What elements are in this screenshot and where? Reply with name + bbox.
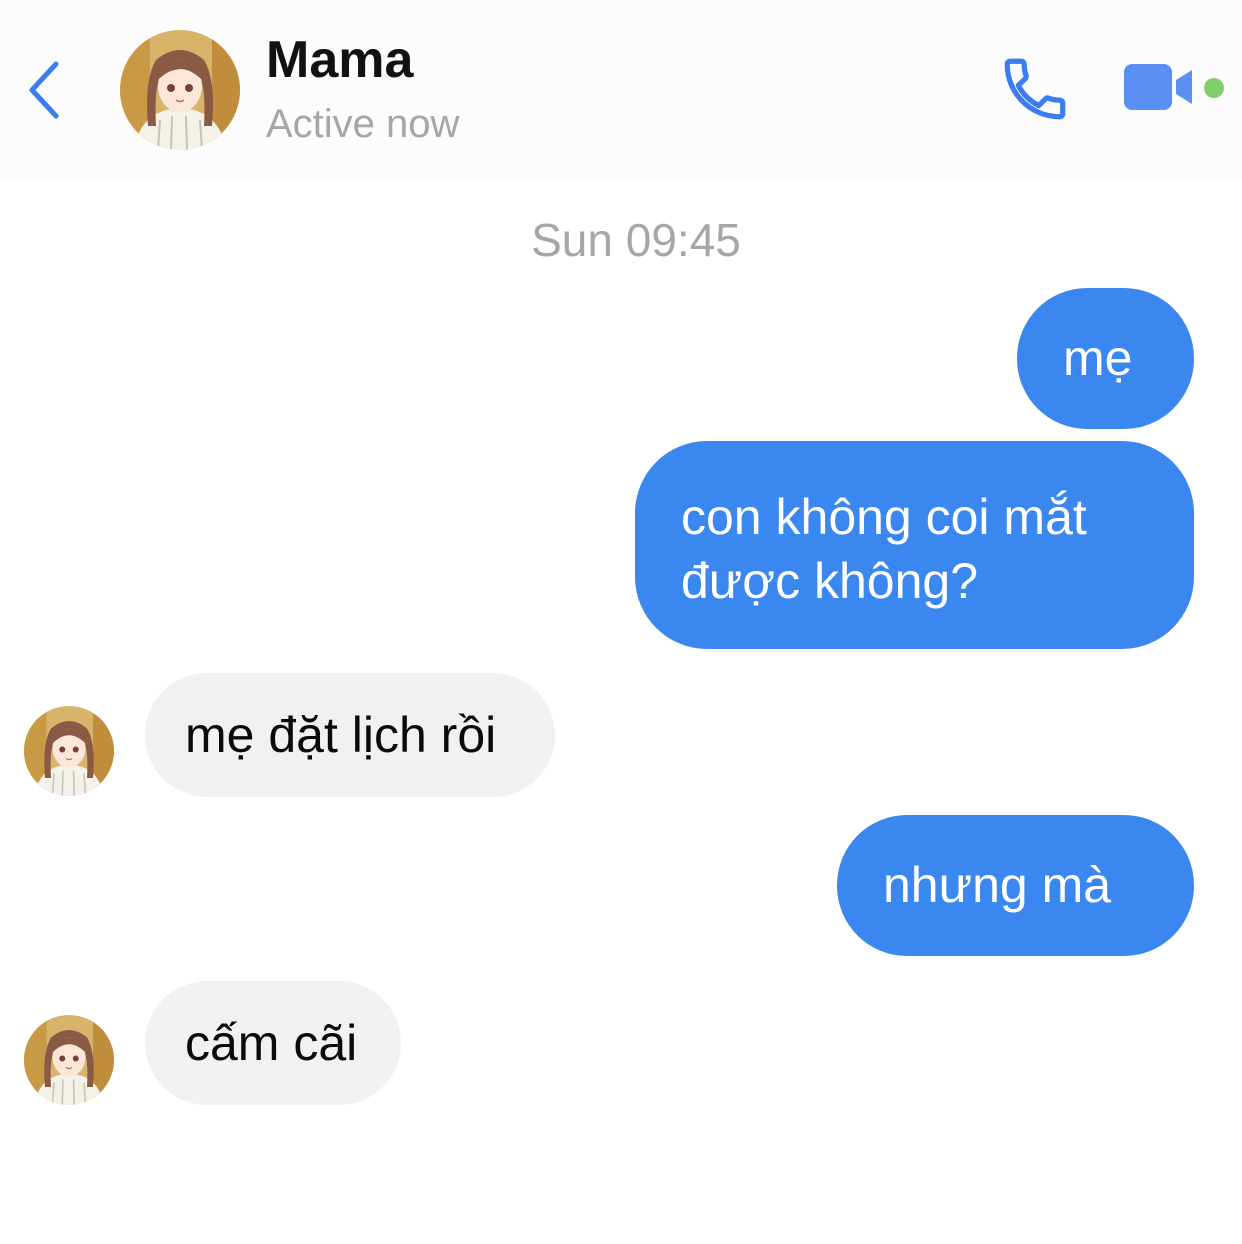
message-text: được không? [681, 553, 978, 609]
message-text: nhưng mà [883, 857, 1112, 913]
outgoing-message[interactable]: con không coi mắt được không? [635, 441, 1194, 649]
outgoing-message[interactable]: mẹ [1017, 288, 1194, 429]
online-indicator [1204, 78, 1224, 98]
sender-avatar[interactable] [24, 706, 114, 796]
outgoing-message[interactable]: nhưng mà [837, 815, 1194, 956]
message-text: con không coi mắt [681, 489, 1087, 545]
video-call-button[interactable] [1120, 60, 1202, 116]
message-text: mẹ [1063, 330, 1133, 386]
contact-name[interactable]: Mama [266, 30, 413, 90]
sender-avatar[interactable] [24, 1015, 114, 1105]
avatar-image [24, 706, 114, 796]
incoming-message[interactable]: cấm cãi [145, 981, 401, 1105]
avatar-image [24, 1015, 114, 1105]
chevron-left-icon [29, 61, 59, 119]
message-text: cấm cãi [185, 1015, 358, 1071]
video-camera-icon [1124, 64, 1192, 110]
audio-call-button[interactable] [998, 52, 1072, 126]
chat-header: Mama Active now [0, 0, 1242, 180]
active-status: Active now [266, 102, 460, 146]
avatar-image [120, 30, 240, 150]
message-text: mẹ đặt lịch rồi [185, 707, 497, 763]
message-timestamp: Sun 09:45 [531, 214, 741, 266]
chat-screen: Mama Active now Sun 09:45 mẹ con không c… [0, 0, 1242, 1244]
phone-icon [1004, 58, 1066, 120]
avatar[interactable] [120, 30, 240, 150]
back-button[interactable] [14, 50, 74, 130]
incoming-message[interactable]: mẹ đặt lịch rồi [145, 673, 555, 797]
